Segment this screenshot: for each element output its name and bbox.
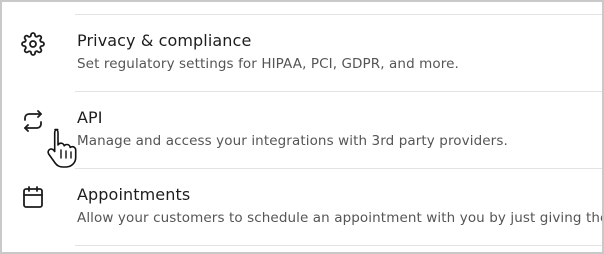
settings-item-title: Appointments bbox=[77, 185, 191, 204]
settings-item-appointments[interactable]: Appointments Allow your customers to sch… bbox=[2, 169, 602, 245]
settings-item-privacy-compliance[interactable]: Privacy & compliance Set regulatory sett… bbox=[2, 15, 602, 91]
settings-item-description: Allow your customers to schedule an appo… bbox=[77, 210, 602, 226]
settings-item-title: Privacy & compliance bbox=[77, 31, 252, 50]
gear-icon bbox=[21, 32, 45, 56]
settings-item-description: Manage and access your integrations with… bbox=[77, 133, 508, 149]
arrows-exchange-icon bbox=[21, 109, 45, 133]
divider bbox=[75, 245, 602, 246]
settings-item-description: Set regulatory settings for HIPAA, PCI, … bbox=[77, 56, 459, 72]
settings-item-api[interactable]: API Manage and access your integrations … bbox=[2, 92, 602, 168]
settings-panel: Privacy & compliance Set regulatory sett… bbox=[0, 0, 604, 254]
settings-item-title: API bbox=[77, 108, 103, 127]
calendar-icon bbox=[21, 185, 45, 209]
